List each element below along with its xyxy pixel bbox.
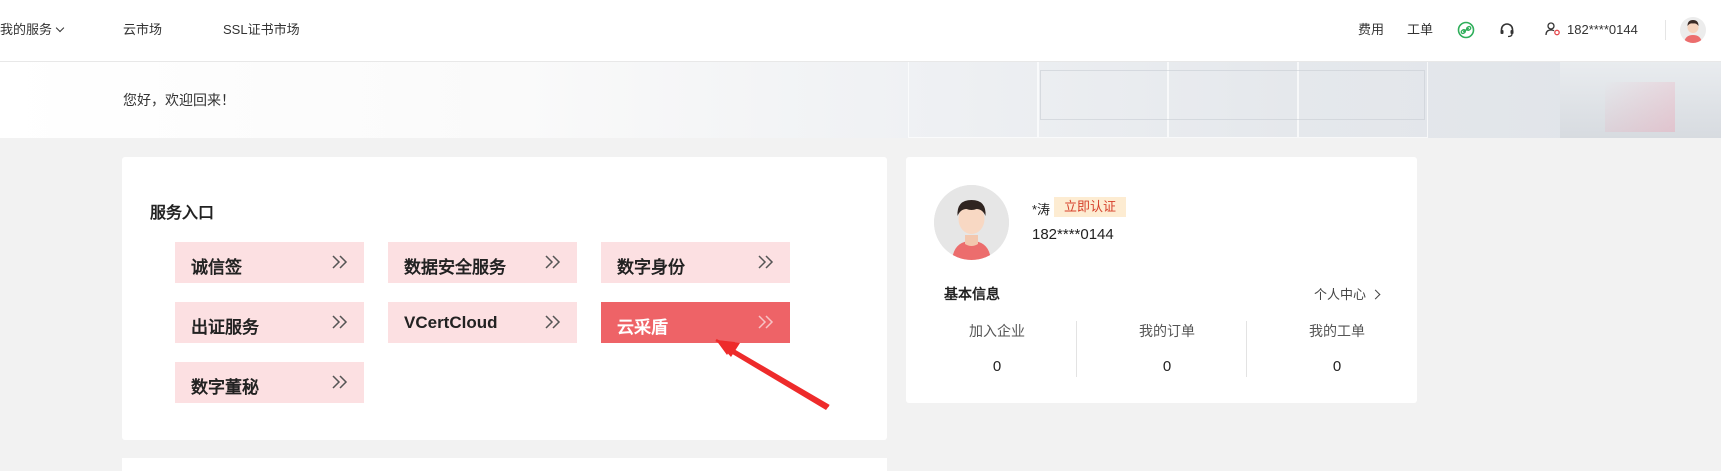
top-navigation-bar: 我的服务 云市场 SSL证书市场 费用 工单 182****0144 — [0, 0, 1721, 62]
user-phone-label: 182****0144 — [1567, 22, 1638, 37]
stat-label: 加入企业 — [969, 323, 1025, 339]
personal-center-link[interactable]: 个人中心 — [1313, 284, 1381, 303]
double-chevron-right-icon — [545, 255, 561, 269]
basic-info-heading: 基本信息 — [944, 286, 1000, 302]
verify-now-button[interactable]: 立即认证 — [1054, 197, 1127, 217]
service-button-digital-secretary[interactable]: 数字董秘 — [175, 362, 364, 403]
ssl-market-link[interactable]: SSL证书市场 — [223, 21, 300, 39]
double-chevron-right-icon — [332, 255, 348, 269]
user-phone: 182****0144 — [1032, 226, 1114, 243]
service-button-data-security[interactable]: 数据安全服务 — [388, 242, 577, 283]
stat-joined-companies[interactable]: 加入企业 0 — [912, 321, 1082, 375]
service-label: 诚信签 — [191, 258, 242, 277]
service-label: 数据安全服务 — [404, 258, 506, 277]
double-chevron-right-icon — [332, 375, 348, 389]
section-title: 服务入口 — [150, 205, 215, 222]
double-chevron-right-icon — [758, 315, 774, 329]
service-entry-card: 服务入口 诚信签 数据安全服务 数字身份 出证服务 VCertCloud 云采盾… — [122, 157, 887, 440]
service-button-digital-identity[interactable]: 数字身份 — [601, 242, 790, 283]
user-account-menu[interactable]: 182****0144 — [1545, 21, 1638, 39]
stat-divider — [1076, 321, 1077, 377]
stat-value: 0 — [1162, 358, 1172, 375]
profile-card: *涛 立即认证 182****0144 基本信息 个人中心 加入企业 0 我的订… — [906, 157, 1417, 403]
double-chevron-right-icon — [545, 315, 561, 329]
welcome-greeting: 您好，欢迎回来！ — [123, 92, 235, 108]
stat-label: 我的订单 — [1139, 323, 1195, 339]
service-label: 数字身份 — [617, 258, 685, 277]
stat-my-tickets[interactable]: 我的工单 0 — [1252, 321, 1422, 375]
chevron-down-icon — [55, 23, 65, 33]
service-button-certificate[interactable]: 出证服务 — [175, 302, 364, 343]
fees-link[interactable]: 费用 — [1358, 21, 1384, 39]
stat-label: 我的工单 — [1309, 323, 1365, 339]
banner-decoration — [1040, 70, 1425, 120]
stat-divider — [1246, 321, 1247, 377]
welcome-banner: 您好，欢迎回来！ — [0, 62, 1721, 138]
avatar[interactable] — [934, 185, 1009, 260]
banner-decoration — [908, 62, 1038, 138]
stat-value: 0 — [1332, 358, 1342, 375]
service-label: 出证服务 — [191, 318, 259, 337]
headset-icon[interactable] — [1497, 20, 1517, 40]
personal-center-label: 个人中心 — [1313, 287, 1366, 302]
chevron-right-icon — [1370, 289, 1381, 300]
service-button-yuncaidun[interactable]: 云采盾 — [601, 302, 790, 343]
service-button-vcertcloud[interactable]: VCertCloud — [388, 302, 577, 343]
user-settings-icon — [1545, 22, 1561, 36]
topbar-divider — [1665, 20, 1666, 40]
avatar[interactable] — [1680, 17, 1706, 43]
double-chevron-right-icon — [758, 255, 774, 269]
my-services-menu[interactable]: 我的服务 — [0, 21, 65, 39]
service-label: VCertCloud — [404, 313, 498, 332]
banner-decoration — [1605, 82, 1675, 132]
username: *涛 — [1032, 202, 1051, 217]
cloud-market-link[interactable]: 云市场 — [123, 21, 162, 39]
link-icon[interactable] — [1456, 20, 1476, 40]
double-chevron-right-icon — [332, 315, 348, 329]
service-label: 云采盾 — [617, 318, 668, 337]
service-label: 数字董秘 — [191, 378, 259, 397]
stat-value: 0 — [992, 358, 1002, 375]
service-button-chengxinqian[interactable]: 诚信签 — [175, 242, 364, 283]
tickets-link[interactable]: 工单 — [1407, 21, 1433, 39]
stat-my-orders[interactable]: 我的订单 0 — [1082, 321, 1252, 375]
my-services-label: 我的服务 — [0, 22, 53, 37]
secondary-card — [122, 458, 887, 471]
